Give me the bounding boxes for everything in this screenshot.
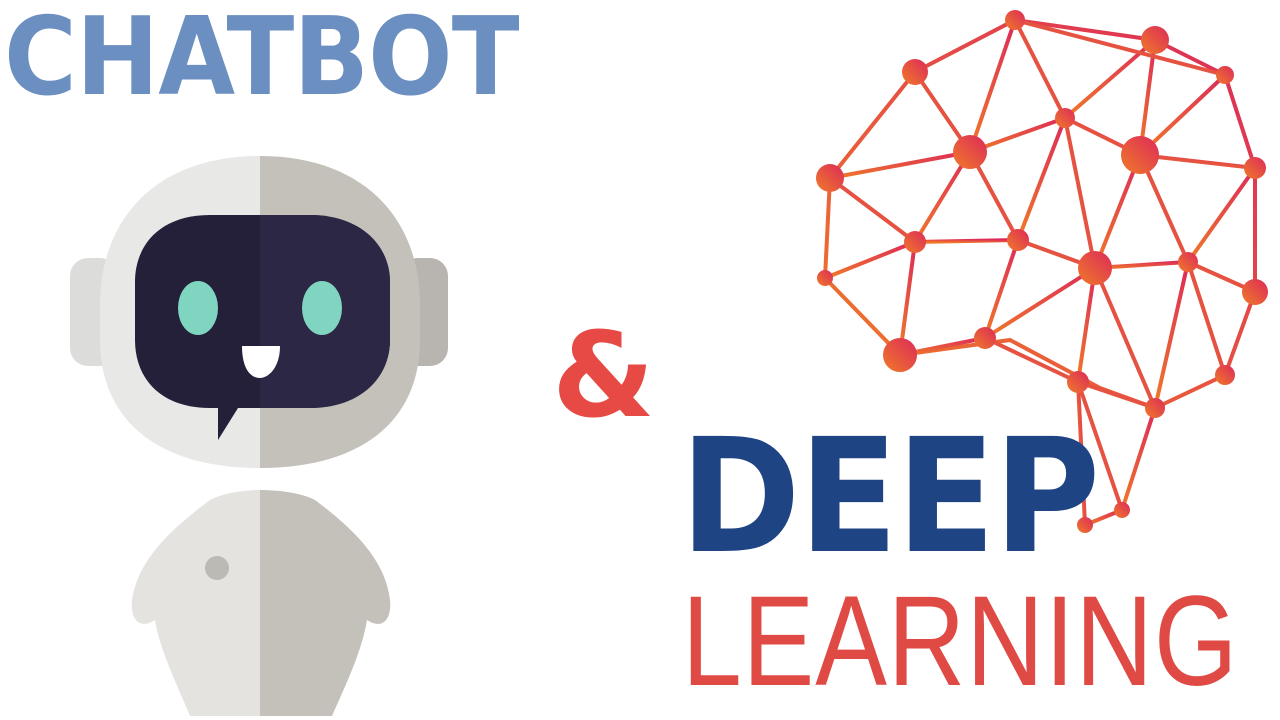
- deep-title: DEEP: [680, 405, 1100, 589]
- ampersand: &: [552, 306, 655, 444]
- chatbot-title: CHATBOT: [4, 0, 520, 120]
- learning-title: LEARNING: [682, 570, 1239, 713]
- robot-icon: [70, 156, 448, 716]
